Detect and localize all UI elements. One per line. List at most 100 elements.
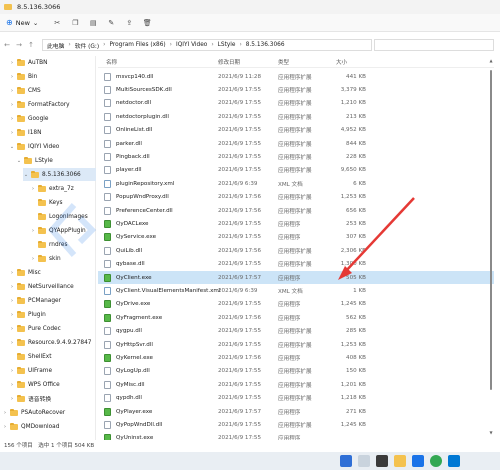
- vertical-scrollbar[interactable]: ▲ ▼: [488, 56, 494, 440]
- start-icon[interactable]: [340, 455, 352, 467]
- sidebar-item[interactable]: › Resource.9.4.9.27847: [9, 336, 96, 349]
- chevron-icon[interactable]: ›: [9, 326, 15, 332]
- forward-icon[interactable]: →: [14, 41, 24, 49]
- sidebar-item[interactable]: › I18N: [9, 126, 96, 139]
- chevron-icon[interactable]: ›: [9, 312, 15, 318]
- delete-icon[interactable]: 🗑: [142, 18, 152, 28]
- chevron-icon[interactable]: ›: [9, 270, 15, 276]
- file-row[interactable]: QyDrive.exe 2021/6/9 17:55 应用程序 1,245 KB: [98, 298, 494, 311]
- sidebar-item[interactable]: › Plugin: [9, 308, 96, 321]
- search-icon[interactable]: [358, 455, 370, 467]
- share-icon[interactable]: ⇪: [124, 18, 134, 28]
- paste-icon[interactable]: ▤: [88, 18, 98, 28]
- file-row[interactable]: QyFragment.exe 2021/6/9 17:56 应用程序 562 KB: [98, 311, 494, 324]
- column-size[interactable]: 大小: [336, 58, 347, 66]
- chevron-icon[interactable]: ›: [9, 382, 15, 388]
- sidebar-item[interactable]: ⌄ LStyle: [16, 154, 96, 167]
- file-row[interactable]: qybase.dll 2021/6/9 17:55 应用程序扩展 1,300 KB: [98, 258, 494, 271]
- sidebar-item[interactable]: › extra_7z: [30, 182, 96, 195]
- app-icon[interactable]: [448, 455, 460, 467]
- scroll-up-icon[interactable]: ▲: [488, 58, 494, 64]
- breadcrumb-item[interactable]: IQIYI Video: [176, 42, 207, 48]
- chevron-icon[interactable]: ›: [30, 228, 36, 234]
- chevron-icon[interactable]: ⌄: [23, 172, 29, 178]
- column-name[interactable]: 名称: [106, 58, 117, 66]
- chevron-icon[interactable]: ›: [2, 410, 8, 416]
- chevron-icon[interactable]: ⌄: [9, 144, 15, 150]
- file-row[interactable]: QuiLib.dll 2021/6/9 17:56 应用程序扩展 2,306 KB: [98, 244, 494, 257]
- sidebar-item[interactable]: › AuTBN: [9, 56, 96, 69]
- sidebar-item[interactable]: › CMS: [9, 84, 96, 97]
- sidebar-item[interactable]: › Google: [9, 112, 96, 125]
- copy-icon[interactable]: ❐: [70, 18, 80, 28]
- chevron-icon[interactable]: ›: [9, 298, 15, 304]
- chevron-icon[interactable]: ›: [30, 186, 36, 192]
- sidebar-item[interactable]: › PSAutoRecover: [2, 406, 96, 419]
- chevron-icon[interactable]: ›: [9, 102, 15, 108]
- file-row[interactable]: qypdh.dll 2021/6/9 17:55 应用程序扩展 1,218 KB: [98, 392, 494, 405]
- sidebar-item[interactable]: › UIFrame: [9, 364, 96, 377]
- file-row[interactable]: QyKernel.exe 2021/6/9 17:56 应用程序 408 KB: [98, 351, 494, 364]
- file-row[interactable]: netdoctorplugin.dll 2021/6/9 17:55 应用程序扩展 2…: [98, 110, 494, 123]
- file-row[interactable]: msvcp140.dll 2021/6/9 11:28 应用程序扩展 441 KB: [98, 70, 494, 83]
- edge-icon[interactable]: [412, 455, 424, 467]
- file-row[interactable]: PreferenceCenter.dll 2021/6/9 17:56 应用程序扩展…: [98, 204, 494, 217]
- file-row[interactable]: QyDACLexe 2021/6/9 17:55 应用程序 253 KB: [98, 217, 494, 230]
- breadcrumb-item[interactable]: LStyle: [218, 42, 236, 48]
- cut-icon[interactable]: ✂: [52, 18, 62, 28]
- chevron-icon[interactable]: ›: [9, 74, 15, 80]
- file-row[interactable]: QyPopWndDll.dll 2021/6/9 17:55 应用程序扩展 1,245…: [98, 418, 494, 431]
- file-row[interactable]: QyClient.VisualElementsManifest.xml 2021/…: [98, 284, 494, 297]
- chevron-icon[interactable]: ›: [9, 284, 15, 290]
- file-row[interactable]: QyPlayer.exe 2021/6/9 17:57 应用程序 271 KB: [98, 405, 494, 418]
- up-icon[interactable]: ↑: [26, 41, 36, 49]
- breadcrumb-item[interactable]: 8.5.136.3066: [246, 42, 285, 48]
- column-type[interactable]: 类型: [278, 58, 289, 66]
- chevron-icon[interactable]: ›: [9, 368, 15, 374]
- file-row[interactable]: netdoctor.dll 2021/6/9 17:55 应用程序扩展 1,210 K…: [98, 97, 494, 110]
- file-row[interactable]: QyHttpSvr.dll 2021/6/9 17:55 应用程序扩展 1,253 K…: [98, 338, 494, 351]
- sidebar-item[interactable]: › 语音转换: [9, 392, 96, 405]
- sidebar-item[interactable]: ⌄ 8.5.136.3066: [23, 168, 96, 181]
- breadcrumb-item[interactable]: 此电脑: [47, 41, 64, 50]
- sidebar-item[interactable]: › Bin: [9, 70, 96, 83]
- chevron-icon[interactable]: ›: [9, 130, 15, 136]
- file-row[interactable]: MultiSourcesSDK.dll 2021/6/9 17:55 应用程序扩展 3…: [98, 83, 494, 96]
- file-row[interactable]: pluginRepository.xml 2021/6/9 6:39 XML 文档 6…: [98, 177, 494, 190]
- sidebar-item[interactable]: › NetSurveillance: [9, 280, 96, 293]
- chevron-icon[interactable]: ›: [2, 424, 8, 430]
- sidebar-item[interactable]: › PCManager: [9, 294, 96, 307]
- chevron-icon[interactable]: ›: [9, 60, 15, 66]
- back-icon[interactable]: ←: [2, 41, 12, 49]
- chevron-icon[interactable]: ›: [9, 396, 15, 402]
- chevron-icon[interactable]: ›: [9, 116, 15, 122]
- scroll-down-icon[interactable]: ▼: [488, 430, 494, 436]
- sidebar-item[interactable]: › QMDownload: [2, 420, 96, 433]
- sidebar-item[interactable]: › WPS Office: [9, 378, 96, 391]
- file-row[interactable]: Pingback.dll 2021/6/9 17:55 应用程序扩展 228 KB: [98, 150, 494, 163]
- chevron-icon[interactable]: ›: [9, 340, 15, 346]
- chrome-icon[interactable]: [430, 455, 442, 467]
- file-row[interactable]: OnlineList.dll 2021/6/9 17:55 应用程序扩展 4,952 …: [98, 124, 494, 137]
- chevron-icon[interactable]: ⌄: [16, 158, 22, 164]
- sidebar-item[interactable]: › Misc: [9, 266, 96, 279]
- sidebar-item[interactable]: ⌄ IQIYI Video: [9, 140, 96, 153]
- file-row[interactable]: QyLogUp.dll 2021/6/9 17:55 应用程序扩展 150 KB: [98, 365, 494, 378]
- file-row[interactable]: QyClient.exe 2021/6/9 17:57 应用程序 505 KB: [98, 271, 494, 285]
- file-row[interactable]: PopupWndProxy.dll 2021/6/9 17:56 应用程序扩展 1,2…: [98, 191, 494, 204]
- sidebar-item[interactable]: › Pure Codec: [9, 322, 96, 335]
- breadcrumb-item[interactable]: 软件 (G:): [75, 41, 99, 50]
- chevron-icon[interactable]: ›: [9, 88, 15, 94]
- search-input[interactable]: [374, 39, 494, 51]
- file-row[interactable]: qygpu.dll 2021/6/9 17:55 应用程序扩展 285 KB: [98, 325, 494, 338]
- rename-icon[interactable]: ✎: [106, 18, 116, 28]
- file-row[interactable]: QyService.exe 2021/6/9 17:55 应用程序 307 KB: [98, 231, 494, 244]
- file-row[interactable]: QyMisc.dll 2021/6/9 17:55 应用程序扩展 1,201 KB: [98, 378, 494, 391]
- file-explorer-icon[interactable]: [394, 455, 406, 467]
- scroll-thumb[interactable]: [490, 70, 492, 390]
- new-button[interactable]: ⊕ New ⌄: [6, 18, 38, 27]
- chevron-icon[interactable]: ›: [30, 256, 36, 262]
- sidebar-item[interactable]: ShellExt: [9, 350, 96, 363]
- task-view-icon[interactable]: [376, 455, 388, 467]
- file-row[interactable]: parker.dll 2021/6/9 17:55 应用程序扩展 844 KB: [98, 137, 494, 150]
